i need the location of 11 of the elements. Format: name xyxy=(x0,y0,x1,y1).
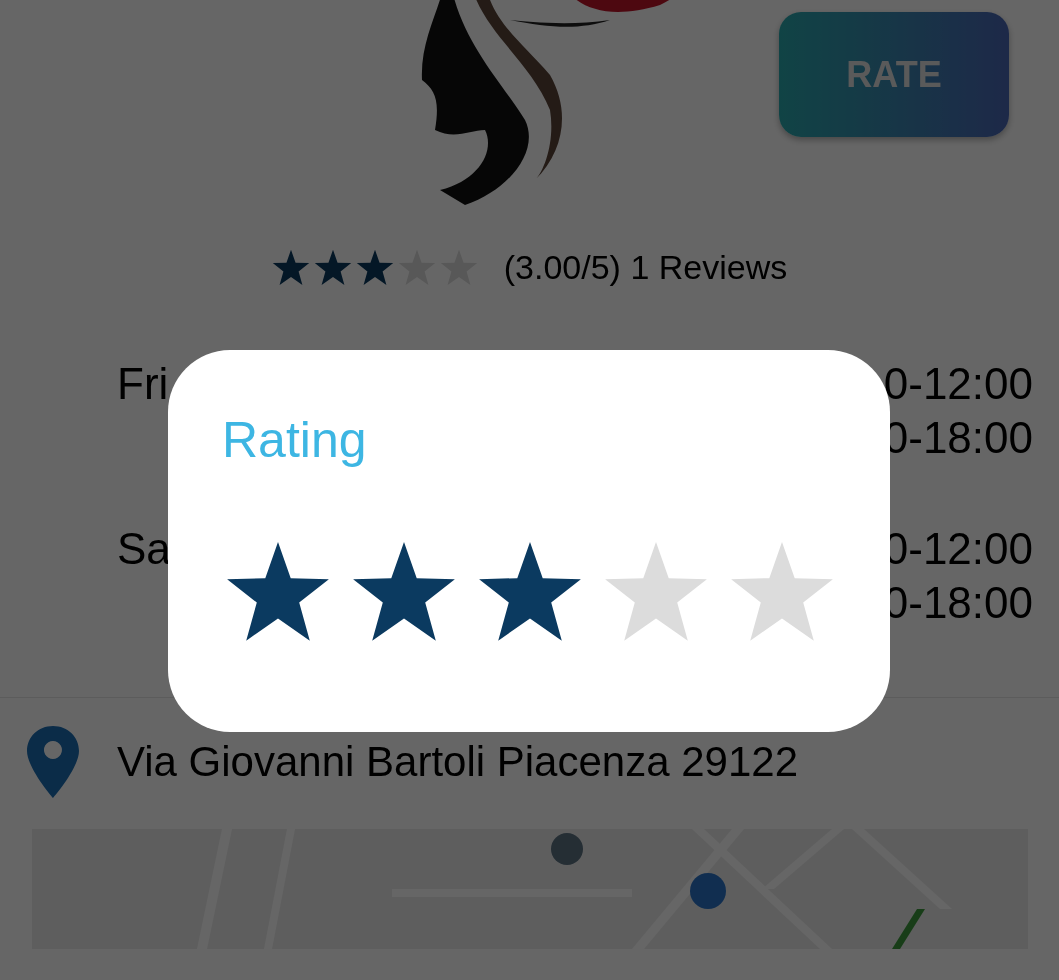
dialog-title: Rating xyxy=(222,411,367,470)
address-text: Via Giovanni Bartoli Piacenza 29122 xyxy=(117,738,798,786)
day-label: Sa xyxy=(117,523,171,575)
star-icon xyxy=(355,248,394,287)
review-summary: (3.00/5) 1 Reviews xyxy=(503,248,788,287)
opening-time: 0-12:00 xyxy=(883,358,1033,410)
star-icon xyxy=(313,248,352,287)
location-pin-icon xyxy=(27,726,79,798)
star-icon xyxy=(271,248,310,287)
day-label: Fri xyxy=(117,358,169,410)
rate-button[interactable]: RATE xyxy=(779,12,1009,137)
